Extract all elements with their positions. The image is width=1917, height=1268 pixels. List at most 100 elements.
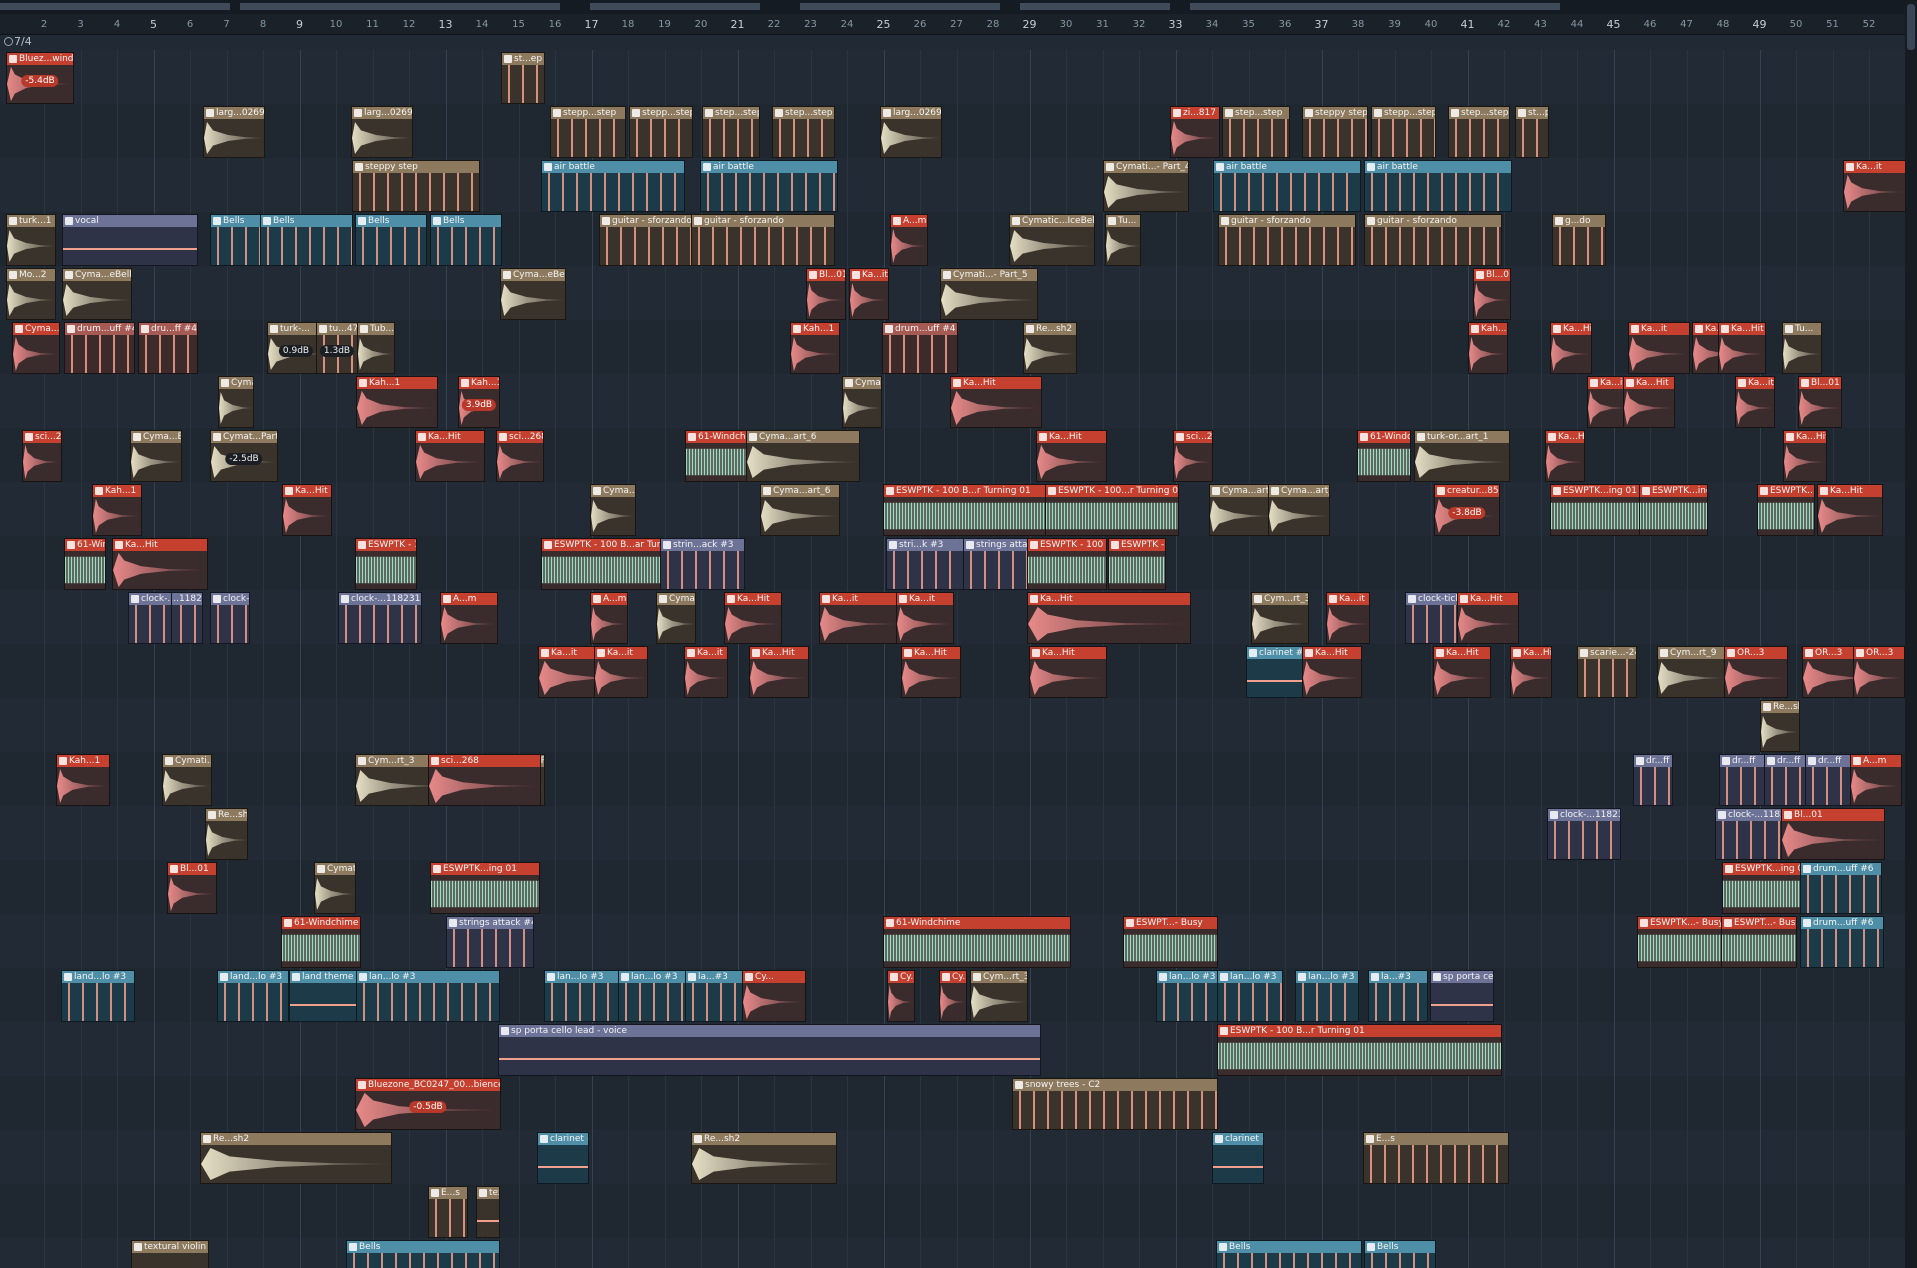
- bar-number[interactable]: 46: [1644, 19, 1657, 30]
- clip-pattern[interactable]: Cyma...eBell): [62, 268, 132, 320]
- bar-number[interactable]: 27: [950, 19, 963, 30]
- clip-audio[interactable]: Ka...Hit: [1302, 646, 1362, 698]
- audio-clip-icon[interactable]: [1176, 433, 1184, 441]
- clip-pattern[interactable]: clarinet #2: [1246, 646, 1306, 698]
- clip-header[interactable]: ESWPTK...ing 01: [431, 863, 539, 875]
- clip-audio[interactable]: Kah...1: [56, 754, 110, 806]
- pattern-clip-icon[interactable]: [9, 217, 17, 225]
- audio-clip-icon[interactable]: [1048, 487, 1056, 495]
- clip-pattern[interactable]: clock-...118231: [1547, 808, 1621, 860]
- clip-header[interactable]: clock-...118231: [129, 593, 171, 605]
- audio-clip-icon[interactable]: [1695, 325, 1703, 333]
- clip-pattern[interactable]: Cymat...Part_4 -2.5dB: [210, 430, 278, 482]
- audio-clip-icon[interactable]: [1329, 595, 1337, 603]
- bar-number[interactable]: 10: [330, 19, 343, 30]
- pattern-clip-icon[interactable]: [354, 109, 362, 117]
- clip-pattern[interactable]: st...ep: [501, 52, 545, 104]
- audio-clip-icon[interactable]: [9, 55, 17, 63]
- clip-audio[interactable]: ESWPTK - 100 B...r Turning 01: [1027, 538, 1107, 590]
- clip-audio[interactable]: Ka...Hit: [724, 592, 782, 644]
- clip-pattern[interactable]: E...s: [428, 1186, 468, 1238]
- clip-header[interactable]: Cyma...: [13, 323, 59, 335]
- clip-pattern[interactable]: air battle: [700, 160, 838, 212]
- pattern-clip-icon[interactable]: [889, 541, 897, 549]
- clip-header[interactable]: land...lo #3: [218, 971, 288, 983]
- clip-audio[interactable]: OR...3: [1724, 646, 1788, 698]
- audio-clip-icon[interactable]: [1642, 487, 1650, 495]
- clip-header[interactable]: vocal: [63, 215, 197, 227]
- gain-badge[interactable]: -5.4dB: [21, 74, 59, 87]
- track-row[interactable]: [0, 104, 1905, 158]
- clip-audio[interactable]: Ka...it: [896, 592, 954, 644]
- clip-pattern[interactable]: Cym...rt_9: [1657, 646, 1725, 698]
- clip-header[interactable]: A...m: [591, 593, 627, 605]
- clip-header[interactable]: Bl...01: [1474, 269, 1510, 281]
- clip-pattern[interactable]: stepp...step: [629, 106, 693, 158]
- clip-pattern[interactable]: lan...lo #3: [618, 970, 686, 1022]
- bar-number[interactable]: 35: [1242, 19, 1255, 30]
- clip-header[interactable]: Kah...1: [459, 377, 499, 389]
- clip-pattern[interactable]: Cym...rt_3: [1251, 592, 1309, 644]
- clip-header[interactable]: Ka...it: [897, 593, 953, 605]
- clip-header[interactable]: textural violin: [132, 1241, 208, 1253]
- audio-clip-icon[interactable]: [461, 379, 469, 387]
- clip-header[interactable]: air battle: [1214, 161, 1360, 173]
- clip-header[interactable]: scarie...-240930: [1578, 647, 1636, 659]
- clip-header[interactable]: step...step: [773, 107, 834, 119]
- pattern-clip-icon[interactable]: [1367, 1243, 1375, 1251]
- clip-audio[interactable]: Ka...Hit: [1510, 646, 1552, 698]
- audio-clip-icon[interactable]: [1727, 649, 1735, 657]
- clip-header[interactable]: lan...lo #3: [619, 971, 685, 983]
- clip-pattern[interactable]: Bells: [1364, 1240, 1436, 1268]
- pattern-clip-icon[interactable]: [208, 811, 216, 819]
- clip-header[interactable]: Ka...Hit: [1303, 647, 1361, 659]
- clip-audio[interactable]: Bluez...wind -5.4dB: [6, 52, 74, 104]
- clip-pattern[interactable]: Cymati...- Part_5: [940, 268, 1038, 320]
- bar-number[interactable]: 49: [1753, 18, 1767, 31]
- audio-clip-icon[interactable]: [1360, 433, 1368, 441]
- clip-pattern[interactable]: dru...ff #4: [138, 322, 198, 374]
- clip-header[interactable]: larg...0269: [352, 107, 412, 119]
- clip-pattern[interactable]: drum...uff #4: [64, 322, 135, 374]
- clip-audio[interactable]: Kah...1: [1468, 322, 1508, 374]
- clip-header[interactable]: st...ep: [502, 53, 544, 65]
- clip-pattern[interactable]: Cyma...art_6: [590, 484, 636, 536]
- clip-audio[interactable]: Ka...it: [1735, 376, 1775, 428]
- bar-number[interactable]: 24: [841, 19, 854, 30]
- audio-clip-icon[interactable]: [1471, 325, 1479, 333]
- audio-clip-icon[interactable]: [793, 325, 801, 333]
- pattern-clip-icon[interactable]: [1417, 433, 1425, 441]
- clip-audio[interactable]: Ka...Hit: [1036, 430, 1107, 482]
- gain-badge[interactable]: 1.3dB: [319, 344, 355, 357]
- pattern-clip-icon[interactable]: [943, 271, 951, 279]
- clip-header[interactable]: larg...0269: [881, 107, 941, 119]
- pattern-clip-icon[interactable]: [1580, 649, 1588, 657]
- clip-pattern[interactable]: guitar - sforzando: [691, 214, 835, 266]
- clip-pattern[interactable]: Cymati...- Part_2: [656, 592, 696, 644]
- clip-header[interactable]: Kah...1: [57, 755, 109, 767]
- audio-clip-icon[interactable]: [809, 271, 817, 279]
- bar-number[interactable]: 12: [403, 19, 416, 30]
- clip-audio[interactable]: ESWPTK - 100 B...r Turning 01: [355, 538, 417, 590]
- pattern-clip-icon[interactable]: [355, 163, 363, 171]
- clip-header[interactable]: Ka...it: [850, 269, 888, 281]
- audio-clip-icon[interactable]: [1460, 595, 1468, 603]
- clip-audio[interactable]: ESWPTK...ing 01: [1757, 484, 1815, 536]
- clip-audio[interactable]: Ka...Hit: [282, 484, 332, 536]
- bar-number[interactable]: 47: [1680, 19, 1693, 30]
- audio-clip-icon[interactable]: [1220, 1027, 1228, 1035]
- audio-clip-icon[interactable]: [1111, 541, 1119, 549]
- pattern-clip-icon[interactable]: [1367, 163, 1375, 171]
- pattern-clip-icon[interactable]: [1518, 109, 1526, 117]
- pattern-clip-icon[interactable]: [221, 379, 229, 387]
- clip-pattern[interactable]: step...step: [702, 106, 760, 158]
- audio-clip-icon[interactable]: [95, 487, 103, 495]
- clip-header[interactable]: Ka...Hit: [1037, 431, 1106, 443]
- pattern-clip-icon[interactable]: [775, 109, 783, 117]
- bar-number[interactable]: 45: [1607, 18, 1621, 31]
- audio-clip-icon[interactable]: [890, 973, 898, 981]
- clip-header[interactable]: clarinet #2: [538, 1133, 588, 1145]
- audio-clip-icon[interactable]: [1640, 919, 1648, 927]
- clip-pattern[interactable]: Cyma...art_6: [1268, 484, 1330, 536]
- clip-header[interactable]: Bells: [431, 215, 501, 227]
